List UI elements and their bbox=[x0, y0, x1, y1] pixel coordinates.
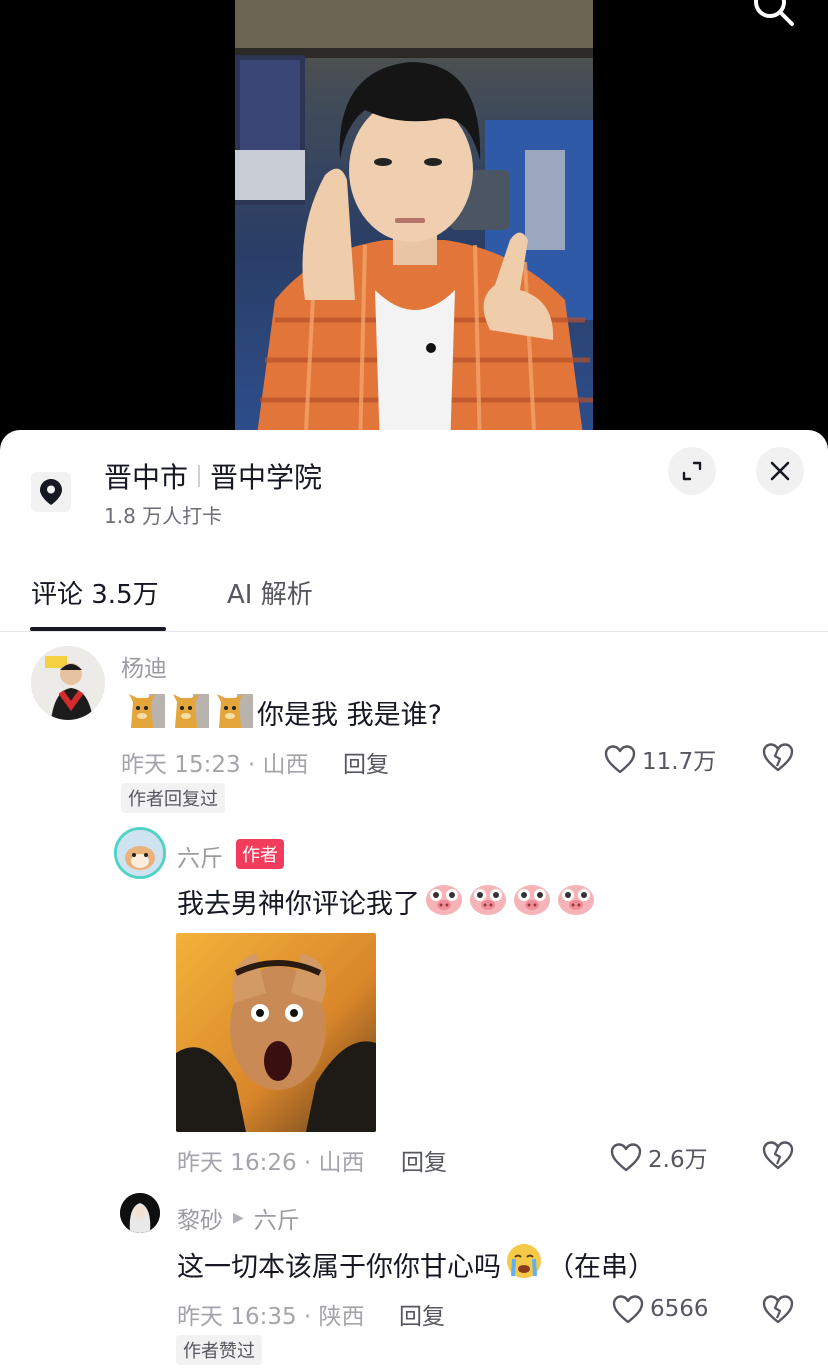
location-icon-box[interactable] bbox=[31, 472, 71, 512]
search-button[interactable] bbox=[748, 0, 798, 32]
avatar[interactable] bbox=[120, 1193, 160, 1233]
cat-emoji-icon bbox=[213, 690, 253, 735]
comment-username[interactable]: 六斤 bbox=[177, 839, 223, 873]
video-image bbox=[235, 0, 593, 450]
location-checkins: 1.8 万人打卡 bbox=[104, 504, 223, 528]
comment-text-body: 你是我 我是谁? bbox=[257, 700, 442, 731]
video-area[interactable] bbox=[0, 0, 828, 450]
location-separator bbox=[198, 465, 201, 487]
comment-meta: 昨天 16:26 · 山西 bbox=[177, 1150, 365, 1176]
like-count: 6566 bbox=[650, 1296, 709, 1322]
expand-icon bbox=[682, 461, 702, 481]
cat-emoji-icon bbox=[169, 690, 209, 735]
pig-emoji-icon bbox=[468, 880, 508, 923]
dislike-button[interactable] bbox=[762, 1294, 794, 1328]
reply-arrow-icon: ▶ bbox=[233, 1210, 244, 1226]
avatar[interactable] bbox=[114, 827, 166, 879]
reply-button[interactable]: 回复 bbox=[343, 745, 389, 779]
reply-button[interactable]: 回复 bbox=[399, 1297, 445, 1331]
dislike-button[interactable] bbox=[762, 1140, 794, 1174]
close-icon bbox=[770, 461, 790, 481]
broken-heart-icon bbox=[762, 1141, 794, 1170]
comment-meta: 昨天 16:35 · 陕西 bbox=[177, 1304, 365, 1330]
author-replied-tag: 作者回复过 bbox=[121, 783, 225, 813]
heart-icon bbox=[604, 745, 636, 774]
comment-text-suffix: （在串） bbox=[547, 1252, 655, 1283]
tab-ai-analysis[interactable]: AI 解析 bbox=[227, 574, 313, 611]
author-liked-tag: 作者赞过 bbox=[176, 1335, 262, 1365]
comment-text-body: 这一切本该属于你你甘心吗 bbox=[177, 1252, 501, 1283]
reply-author-name[interactable]: 黎砂 bbox=[177, 1201, 223, 1235]
heart-icon bbox=[610, 1143, 642, 1172]
reply-button[interactable]: 回复 bbox=[401, 1143, 447, 1177]
comment-username[interactable]: 杨迪 bbox=[121, 649, 167, 683]
location-city: 晋中市 bbox=[104, 461, 189, 494]
pig-emoji-icon bbox=[556, 880, 596, 923]
avatar-image bbox=[117, 830, 163, 876]
meme-image[interactable] bbox=[176, 933, 376, 1132]
like-button[interactable]: 11.7万 bbox=[604, 742, 716, 776]
tab-comments[interactable]: 评论 3.5万 bbox=[31, 574, 159, 611]
search-icon bbox=[754, 0, 794, 26]
comment-text-body: 我去男神你评论我了 bbox=[177, 889, 420, 920]
crying-emoji-icon bbox=[505, 1242, 543, 1287]
comment-username: 黎砂 ▶ 六斤 bbox=[177, 1201, 300, 1235]
comment-text: 这一切本该属于你你甘心吗 （在串） bbox=[177, 1242, 655, 1287]
broken-heart-icon bbox=[762, 1295, 794, 1324]
cat-emoji-icon bbox=[125, 690, 165, 735]
like-button[interactable]: 2.6万 bbox=[610, 1140, 708, 1174]
comment-meta: 昨天 15:23 · 山西 bbox=[121, 752, 309, 778]
pig-emoji-icon bbox=[424, 880, 464, 923]
tab-divider bbox=[0, 631, 828, 632]
like-count: 2.6万 bbox=[648, 1147, 708, 1173]
location-pin-icon bbox=[40, 479, 62, 505]
meme-picture bbox=[176, 933, 376, 1132]
location-place: 晋中学院 bbox=[210, 461, 323, 494]
reply-target-name[interactable]: 六斤 bbox=[254, 1201, 300, 1235]
author-badge: 作者 bbox=[236, 839, 284, 869]
like-button[interactable]: 6566 bbox=[612, 1294, 709, 1324]
expand-button[interactable] bbox=[668, 447, 716, 495]
avatar[interactable] bbox=[31, 646, 105, 720]
avatar-image bbox=[120, 1193, 160, 1233]
broken-heart-icon bbox=[762, 743, 794, 772]
avatar-image bbox=[31, 646, 105, 720]
comment-text: 我去男神你评论我了 bbox=[177, 880, 596, 923]
location-title[interactable]: 晋中市 晋中学院 bbox=[104, 456, 322, 496]
pig-emoji-icon bbox=[512, 880, 552, 923]
comment-text: 你是我 我是谁? bbox=[121, 690, 442, 735]
heart-icon bbox=[612, 1295, 644, 1324]
like-count: 11.7万 bbox=[642, 749, 717, 775]
dislike-button[interactable] bbox=[762, 742, 794, 776]
video-frame[interactable] bbox=[235, 0, 593, 450]
close-button[interactable] bbox=[756, 447, 804, 495]
